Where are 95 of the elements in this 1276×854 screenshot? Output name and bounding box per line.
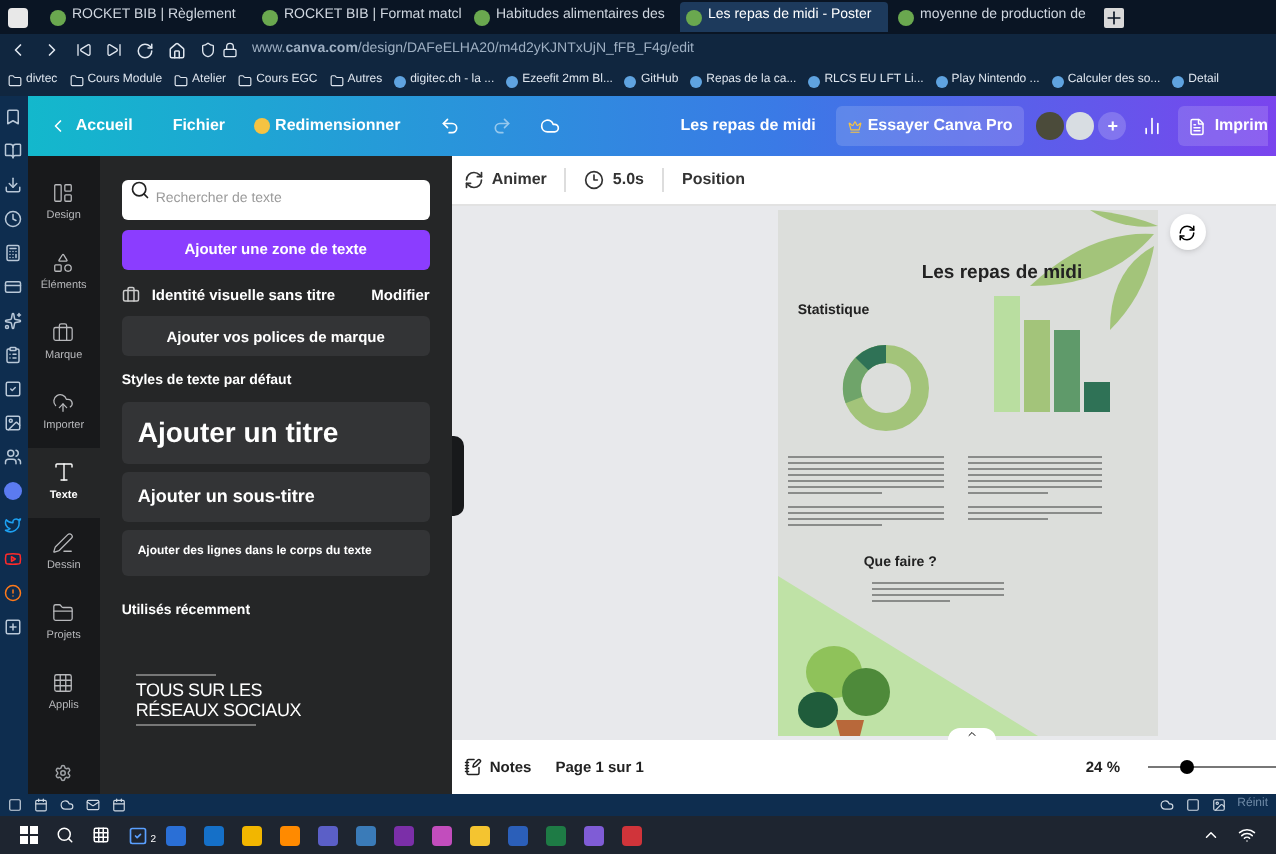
tab-favicon-icon — [898, 9, 914, 25]
add-people-button[interactable]: + — [1098, 112, 1127, 140]
task-view-icon[interactable] — [92, 826, 110, 844]
folder-icon — [174, 74, 189, 88]
site-favicon-icon — [935, 75, 948, 87]
undo-icon[interactable] — [440, 116, 461, 136]
sync-icon[interactable] — [1159, 798, 1174, 812]
checkmark-app-icon[interactable] — [128, 825, 148, 845]
site-favicon-icon — [808, 75, 821, 87]
slider-thumb[interactable] — [1180, 760, 1195, 774]
tab-favicon-icon — [686, 9, 702, 25]
panel-icon[interactable] — [4, 176, 23, 194]
nav-icon — [52, 391, 75, 414]
text-style-button[interactable]: Ajouter un sous-titre — [121, 471, 430, 522]
folder-icon — [238, 74, 253, 88]
image-icon[interactable] — [1211, 798, 1226, 812]
settings-icon[interactable] — [54, 764, 73, 782]
panel-icon[interactable] — [4, 210, 23, 228]
calendar-icon[interactable] — [34, 798, 48, 812]
chevron-up-icon[interactable] — [1202, 826, 1220, 844]
duration-button[interactable]: 5.0s — [584, 168, 644, 192]
windows-logo-icon — [20, 826, 38, 844]
folder-icon — [8, 74, 22, 88]
site-favicon-icon — [506, 75, 519, 87]
animate-icon — [463, 170, 484, 190]
poster-title: Les repas de midi — [921, 260, 1085, 288]
design-title[interactable]: Les repas de midi — [680, 114, 816, 138]
recent-text-preview[interactable]: TOUS SUR LES RÉSEAUX SOCIAUX — [135, 674, 430, 727]
crown-icon — [847, 119, 862, 133]
alert-icon[interactable] — [4, 584, 23, 602]
chart-icon[interactable] — [1142, 116, 1163, 136]
panel-icon[interactable] — [4, 312, 23, 330]
nav-icon — [52, 321, 75, 344]
search-icon[interactable] — [56, 826, 74, 844]
tab-favicon-icon — [262, 9, 278, 25]
nav-icon — [52, 531, 75, 554]
animate-button[interactable]: Animer — [463, 168, 547, 192]
rewind-icon[interactable] — [76, 42, 92, 58]
nav-icon — [52, 181, 75, 204]
tab-favicon-icon — [50, 9, 66, 25]
avatar[interactable] — [1066, 112, 1095, 140]
fast-forward-icon[interactable] — [106, 42, 122, 58]
nav-icon — [52, 251, 75, 274]
position-button[interactable]: Position — [681, 168, 746, 192]
paragraph-lines-drawing — [967, 455, 1102, 494]
shield-icon — [200, 42, 216, 58]
panel-icon[interactable] — [4, 244, 23, 262]
crown-badge-icon — [253, 118, 270, 134]
site-favicon-icon — [1172, 75, 1185, 87]
search-icon — [129, 180, 150, 200]
wifi-icon[interactable] — [1238, 826, 1256, 844]
panel-icon[interactable] — [4, 448, 23, 466]
add-panel-icon[interactable] — [4, 618, 23, 636]
nav-icon — [52, 601, 75, 624]
text-style-button[interactable]: Ajouter un titre — [121, 401, 430, 464]
home-icon[interactable] — [168, 41, 186, 59]
site-favicon-icon — [1051, 75, 1064, 87]
panel-toggle-icon[interactable] — [8, 798, 22, 812]
bird-icon[interactable] — [4, 516, 23, 534]
chevron-up-icon — [965, 728, 978, 740]
tab-favicon-icon — [474, 9, 490, 25]
panel-icon[interactable] — [4, 142, 23, 160]
calendar-icon[interactable] — [112, 798, 126, 812]
panel-icon[interactable] — [4, 278, 23, 296]
panel-icon[interactable] — [4, 108, 23, 126]
reload-icon[interactable] — [136, 41, 154, 59]
browser-logo-icon[interactable] — [8, 7, 28, 27]
cloud-icon[interactable] — [60, 798, 74, 812]
site-favicon-icon — [394, 75, 407, 87]
document-icon — [1188, 117, 1207, 135]
plant-drawing — [797, 644, 894, 736]
paragraph-lines-drawing — [871, 582, 1004, 603]
nav-icon — [52, 671, 75, 694]
timer-icon — [584, 170, 605, 190]
notes-icon — [463, 758, 482, 776]
chat-icon[interactable] — [4, 482, 23, 500]
window-icon[interactable] — [1185, 798, 1200, 812]
panel-icon[interactable] — [4, 346, 23, 364]
play-icon[interactable] — [4, 550, 23, 568]
new-tab-icon[interactable] — [1104, 7, 1124, 27]
folder-icon — [329, 74, 344, 88]
paragraph-lines-drawing — [967, 505, 1102, 526]
site-favicon-icon — [690, 75, 703, 87]
folder-icon — [69, 74, 84, 88]
comment-button[interactable] — [1169, 214, 1206, 250]
panel-icon[interactable] — [4, 380, 23, 398]
mail-icon[interactable] — [86, 798, 100, 812]
nav-icon — [51, 460, 76, 485]
try-pro-button[interactable]: Essayer Canva Pro — [835, 106, 1025, 146]
print-button[interactable]: Imprim — [1178, 106, 1268, 146]
panel-icon[interactable] — [4, 414, 23, 432]
refresh-icon — [1178, 223, 1197, 241]
brand-kit-icon — [121, 286, 140, 305]
site-favicon-icon — [624, 75, 637, 87]
lock-icon — [222, 42, 238, 58]
